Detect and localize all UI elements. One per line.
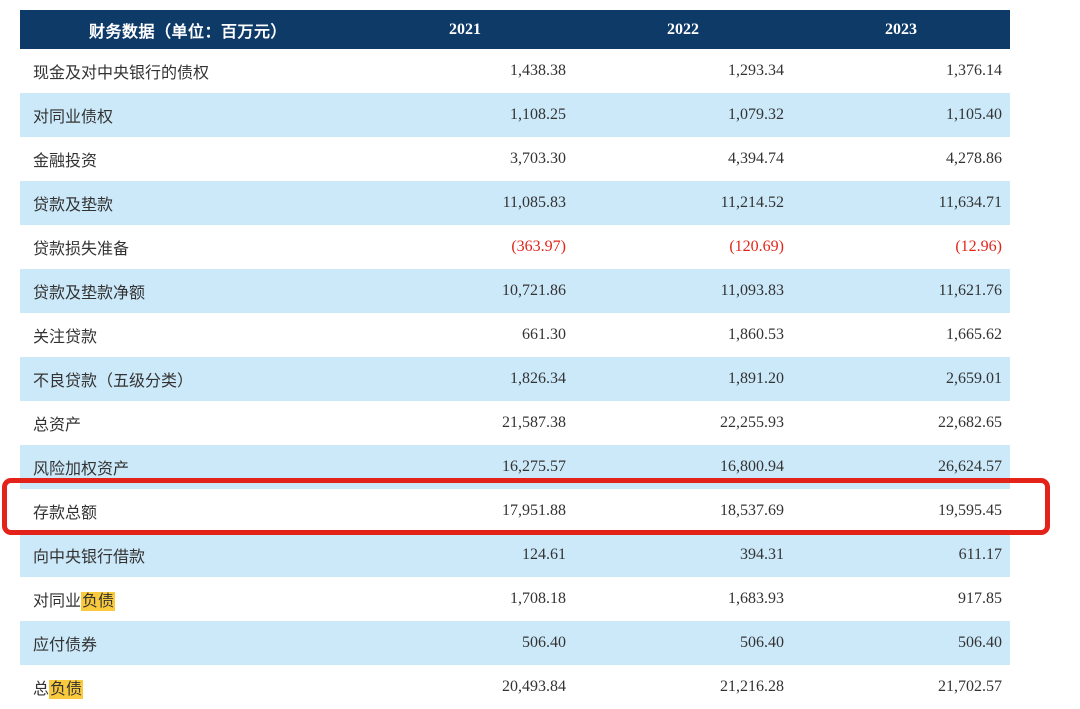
- table-row: 总负债20,493.8421,216.2821,702.57: [20, 665, 1010, 709]
- cell-value: 1,079.32: [574, 106, 792, 124]
- cell-value: 1,708.18: [356, 590, 574, 608]
- label-text: 不良贷款（五级分类）: [33, 373, 193, 390]
- table-header-title: 财务数据（单位：百万元）: [20, 18, 356, 42]
- cell-value: 20,493.84: [356, 678, 574, 696]
- label-text: 应付债券: [33, 637, 97, 654]
- table-row: 向中央银行借款 124.61394.31611.17: [20, 533, 1010, 577]
- label-text: 现金及对中央银行的债权: [33, 65, 209, 82]
- table-row: 贷款及垫款 11,085.8311,214.5211,634.71: [20, 181, 1010, 225]
- red-annotation-box: [2, 478, 1050, 535]
- cell-value: 2,659.01: [792, 370, 1010, 388]
- cell-value: 1,860.53: [574, 326, 792, 344]
- cell-value: 1,826.34: [356, 370, 574, 388]
- label-text: 风险加权资产: [33, 461, 129, 478]
- cell-value: 21,702.57: [792, 678, 1010, 696]
- year-column-header: 2021: [356, 21, 574, 39]
- cell-value: 1,376.14: [792, 62, 1010, 80]
- cell-value: 22,682.65: [792, 414, 1010, 432]
- label-text: 贷款及垫款净额: [33, 285, 145, 302]
- cell-value: 21,587.38: [356, 414, 574, 432]
- row-label: 总资产: [20, 411, 356, 435]
- row-label: 对同业债权: [20, 103, 356, 127]
- table-body: 现金及对中央银行的债权 1,438.381,293.341,376.14 对同业债权…: [20, 49, 1010, 709]
- cell-value: 1,105.40: [792, 106, 1010, 124]
- table-row: 总资产 21,587.3822,255.9322,682.65: [20, 401, 1010, 445]
- cell-value: 16,800.94: [574, 458, 792, 476]
- cell-value: 1,293.34: [574, 62, 792, 80]
- financial-data-table: 财务数据（单位：百万元） 202120222023 现金及对中央银行的债权 1,4…: [20, 10, 1010, 709]
- cell-value: 1,891.20: [574, 370, 792, 388]
- cell-value: 11,634.71: [792, 194, 1010, 212]
- row-label: 关注贷款: [20, 323, 356, 347]
- cell-value: 10,721.86: [356, 282, 574, 300]
- cell-value: 11,621.76: [792, 282, 1010, 300]
- label-text: 贷款损失准备: [33, 241, 129, 258]
- cell-value: 4,278.86: [792, 150, 1010, 168]
- cell-value: 21,216.28: [574, 678, 792, 696]
- label-text: 向中央银行借款: [33, 549, 145, 566]
- row-label: 贷款及垫款: [20, 191, 356, 215]
- label-text: 总: [33, 681, 49, 698]
- row-label: 向中央银行借款: [20, 543, 356, 567]
- cell-value: 26,624.57: [792, 458, 1010, 476]
- row-label: 不良贷款（五级分类）: [20, 367, 356, 391]
- cell-value-negative: (12.96): [792, 238, 1010, 256]
- table-header-row: 财务数据（单位：百万元） 202120222023: [20, 10, 1010, 49]
- cell-value-negative: (363.97): [356, 238, 574, 256]
- year-column-header: 2022: [574, 21, 792, 39]
- row-label: 现金及对中央银行的债权: [20, 59, 356, 83]
- label-text: 金融投资: [33, 153, 97, 170]
- row-label: 总负债: [20, 675, 356, 699]
- cell-value: 394.31: [574, 546, 792, 564]
- table-row: 现金及对中央银行的债权 1,438.381,293.341,376.14: [20, 49, 1010, 93]
- table-row: 对同业负债1,708.181,683.93917.85: [20, 577, 1010, 621]
- cell-value: 1,665.62: [792, 326, 1010, 344]
- table-row: 应付债券506.40506.40506.40: [20, 621, 1010, 665]
- table-row: 对同业债权 1,108.251,079.321,105.40: [20, 93, 1010, 137]
- table-row: 不良贷款（五级分类） 1,826.341,891.202,659.01: [20, 357, 1010, 401]
- cell-value: 1,438.38: [356, 62, 574, 80]
- cell-value: 611.17: [792, 546, 1010, 564]
- table-row: 关注贷款 661.301,860.531,665.62: [20, 313, 1010, 357]
- label-text: 贷款及垫款: [33, 197, 113, 214]
- yellow-highlighted-text: 负债: [49, 680, 83, 699]
- cell-value: 506.40: [574, 634, 792, 652]
- table-row: 贷款损失准备 (363.97)(120.69)(12.96): [20, 225, 1010, 269]
- cell-value: 506.40: [356, 634, 574, 652]
- row-label: 贷款及垫款净额: [20, 279, 356, 303]
- row-label: 对同业负债: [20, 587, 356, 611]
- cell-value: 16,275.57: [356, 458, 574, 476]
- page: 财务数据（单位：百万元） 202120222023 现金及对中央银行的债权 1,4…: [0, 0, 1080, 709]
- year-column-header: 2023: [792, 21, 1010, 39]
- cell-value: 3,703.30: [356, 150, 574, 168]
- row-label: 金融投资: [20, 147, 356, 171]
- row-label: 风险加权资产: [20, 455, 356, 479]
- label-text: 对同业: [33, 593, 81, 610]
- row-label: 贷款损失准备: [20, 235, 356, 259]
- table-row: 金融投资 3,703.304,394.744,278.86: [20, 137, 1010, 181]
- cell-value: 661.30: [356, 326, 574, 344]
- cell-value: 1,683.93: [574, 590, 792, 608]
- label-text: 对同业债权: [33, 109, 113, 126]
- cell-value: 22,255.93: [574, 414, 792, 432]
- cell-value: 11,085.83: [356, 194, 574, 212]
- label-text: 总资产: [33, 417, 81, 434]
- label-text: 关注贷款: [33, 329, 97, 346]
- cell-value: 11,093.83: [574, 282, 792, 300]
- cell-value: 4,394.74: [574, 150, 792, 168]
- cell-value: 124.61: [356, 546, 574, 564]
- row-label: 应付债券: [20, 631, 356, 655]
- table-row: 贷款及垫款净额 10,721.8611,093.8311,621.76: [20, 269, 1010, 313]
- cell-value-negative: (120.69): [574, 238, 792, 256]
- yellow-highlighted-text: 负债: [81, 592, 115, 611]
- cell-value: 506.40: [792, 634, 1010, 652]
- cell-value: 1,108.25: [356, 106, 574, 124]
- cell-value: 11,214.52: [574, 194, 792, 212]
- cell-value: 917.85: [792, 590, 1010, 608]
